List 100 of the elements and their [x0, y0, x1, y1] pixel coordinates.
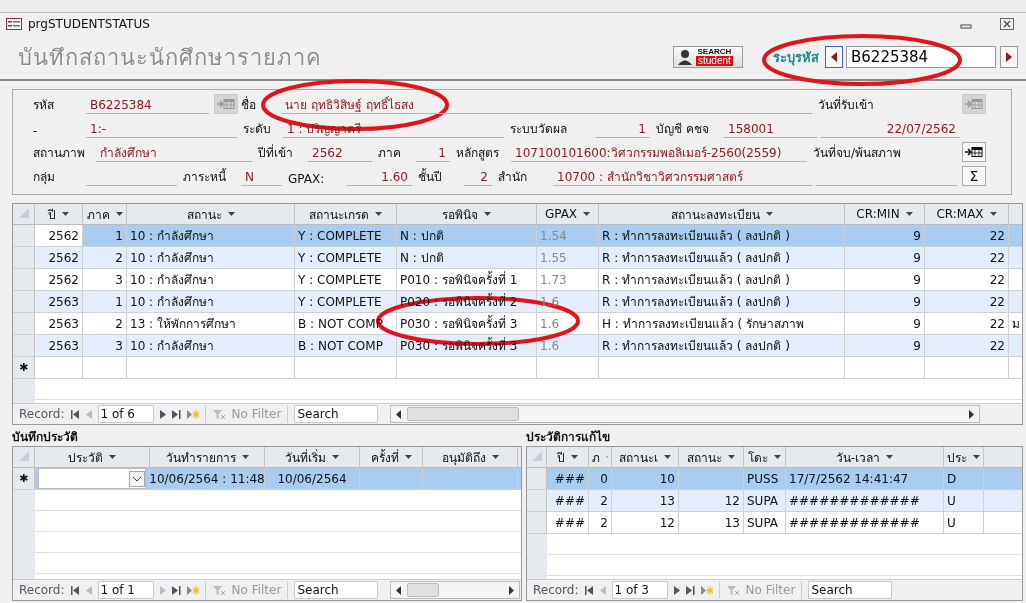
- calendar-button[interactable]: [962, 142, 986, 162]
- caret-icon[interactable]: [332, 455, 339, 459]
- table-cell: Y : COMPLETE: [298, 272, 382, 287]
- row-selector[interactable]: ✱: [13, 468, 35, 489]
- record-position-field[interactable]: 1 of 3: [611, 581, 668, 599]
- last-record-icon[interactable]: [171, 409, 181, 419]
- caret-icon[interactable]: [973, 455, 980, 459]
- scroll-thumb[interactable]: [407, 407, 520, 421]
- caret-icon[interactable]: [765, 212, 773, 216]
- caret-icon[interactable]: [115, 212, 123, 216]
- table-row[interactable]: 2562 2 10 : กำลังศึกษา Y : COMPLETE N : ปกติ 1.55 R : ทำการลงทะเบียนแล้ว ( ลงปกติ ) 9 22: [13, 247, 1022, 269]
- last-record-icon[interactable]: [171, 585, 181, 595]
- search-field[interactable]: Search: [294, 581, 379, 599]
- table-row[interactable]: ### 0 10 PUSS 17/7/2562 14:41:47 D: [527, 468, 1022, 490]
- new-record-icon[interactable]: [700, 585, 713, 595]
- table-row[interactable]: ✱ 10/06/2564 : 11:48 10/06/2564: [13, 468, 521, 490]
- previous-button[interactable]: [825, 46, 843, 68]
- text-field[interactable]: 1 : ปริญญาตรี: [283, 120, 504, 138]
- search-field[interactable]: Search: [294, 405, 379, 423]
- caret-icon[interactable]: [905, 212, 913, 216]
- caret-icon[interactable]: [375, 212, 382, 216]
- column-header[interactable]: สถานะ: [687, 447, 722, 467]
- caret-icon[interactable]: [989, 212, 997, 216]
- column-header[interactable]: สถานะลงทะเบียน: [670, 204, 760, 224]
- text-field[interactable]: N: [241, 168, 282, 186]
- text-field[interactable]: B6225384: [86, 96, 209, 114]
- last-record-icon[interactable]: [685, 585, 695, 595]
- column-header[interactable]: วัน-เวลา: [835, 447, 881, 467]
- column-header[interactable]: สถานะ: [186, 204, 222, 224]
- column-header[interactable]: วันที่เริ่ม: [285, 447, 326, 467]
- column-header[interactable]: CR:MIN: [856, 207, 900, 221]
- scroll-right-icon[interactable]: [507, 585, 516, 595]
- column-header[interactable]: สถานะเ: [619, 447, 658, 467]
- table-row[interactable]: 2562 3 10 : กำลังศึกษา Y : COMPLETE P010 : รอพินิจครั้งที่ 1 1.73 R : ทำการลงทะเบียนแล้ว ( ลงปกติ ) 9 22: [13, 269, 1022, 291]
- caret-icon[interactable]: [886, 455, 894, 459]
- caret-icon[interactable]: [491, 455, 499, 459]
- text-field[interactable]: 22/07/2562: [821, 120, 960, 138]
- text-field[interactable]: 1:-: [86, 120, 237, 138]
- record-position-field[interactable]: 1 of 6: [97, 405, 154, 423]
- text-field[interactable]: 10700 : สำนักวิชาวิศวกรรมศาสตร์: [553, 168, 812, 186]
- student-id-field[interactable]: B6225384: [846, 46, 996, 68]
- sum-button[interactable]: Σ: [962, 166, 986, 186]
- first-record-icon[interactable]: [70, 409, 80, 419]
- caret-icon[interactable]: [227, 212, 235, 216]
- scroll-left-icon[interactable]: [395, 409, 404, 419]
- column-header[interactable]: สถานะเกรด: [309, 204, 369, 224]
- horizontal-scrollbar[interactable]: [390, 581, 521, 599]
- column-header[interactable]: ภาค: [86, 204, 110, 224]
- caret-icon[interactable]: [62, 212, 69, 216]
- column-header[interactable]: ปี: [48, 204, 56, 224]
- horizontal-scrollbar[interactable]: [390, 405, 981, 423]
- scroll-thumb[interactable]: [407, 583, 440, 597]
- text-field[interactable]: 1: [416, 144, 450, 162]
- caret-icon[interactable]: [571, 455, 578, 459]
- text-field[interactable]: 1: [596, 120, 650, 138]
- column-header[interactable]: ภ: [592, 447, 600, 467]
- search-field[interactable]: Search: [808, 581, 893, 599]
- column-header[interactable]: ประวัติ: [68, 447, 103, 467]
- next-record-icon[interactable]: [673, 585, 680, 595]
- first-record-icon[interactable]: [70, 585, 80, 595]
- new-record-row[interactable]: ✱: [13, 357, 1022, 379]
- caret-icon[interactable]: [728, 455, 735, 459]
- column-header[interactable]: CR:MAX: [936, 207, 984, 221]
- dropdown-icon[interactable]: [129, 470, 145, 487]
- record-position-field[interactable]: 1 of 1: [97, 581, 154, 599]
- text-field[interactable]: กำลังศึกษา: [96, 144, 252, 162]
- caret-icon[interactable]: [664, 455, 671, 459]
- table-row[interactable]: 2562 1 10 : กำลังศึกษา Y : COMPLETE N : ปกติ 1.54 R : ทำการลงทะเบียนแล้ว ( ลงปกติ ) 9 22: [13, 225, 1022, 247]
- search-student-button[interactable]: SEARCH student: [673, 46, 743, 68]
- column-header[interactable]: รอพินิจ: [442, 204, 478, 224]
- text-field[interactable]: 158001: [724, 120, 817, 138]
- caret-icon[interactable]: [774, 455, 781, 459]
- scroll-right-icon[interactable]: [967, 409, 976, 419]
- column-header[interactable]: ประ: [947, 447, 967, 467]
- caret-icon[interactable]: [109, 455, 116, 459]
- table-row[interactable]: ### 2 12 13 SUPA ############# U: [527, 512, 1022, 534]
- text-field[interactable]: 107100101600:วิศวกรรมพอลิเมอร์-2560(2559): [511, 144, 807, 162]
- caret-icon[interactable]: [583, 212, 591, 216]
- next-record-icon[interactable]: [159, 409, 166, 419]
- new-record-icon[interactable]: [186, 409, 199, 419]
- column-header[interactable]: ปี: [557, 447, 565, 467]
- row-selector[interactable]: ✱: [13, 357, 35, 378]
- next-button[interactable]: [1000, 46, 1018, 68]
- column-header[interactable]: โดะ: [748, 447, 768, 467]
- column-header[interactable]: วันทำรายการ: [165, 447, 236, 467]
- column-header[interactable]: อนุมัติถึง: [441, 447, 486, 467]
- new-record-icon[interactable]: [186, 585, 199, 595]
- text-field[interactable]: 2562: [308, 144, 372, 162]
- scroll-left-icon[interactable]: [395, 585, 404, 595]
- column-header[interactable]: ครั้งที่: [370, 447, 399, 467]
- column-header[interactable]: GPAX: [544, 207, 578, 221]
- table-row[interactable]: ### 2 13 12 SUPA ############# U: [527, 490, 1022, 512]
- caret-icon[interactable]: [484, 212, 491, 216]
- text-field[interactable]: นาย ฤทธิวิสิษฐ์ ฤทธิ์ไธสง: [281, 96, 812, 114]
- close-icon[interactable]: [1000, 18, 1014, 30]
- caret-icon[interactable]: [241, 455, 249, 459]
- first-record-icon[interactable]: [584, 585, 594, 595]
- caret-icon[interactable]: [404, 455, 412, 459]
- text-field[interactable]: 2: [464, 168, 492, 186]
- text-field[interactable]: 1.60: [346, 168, 412, 186]
